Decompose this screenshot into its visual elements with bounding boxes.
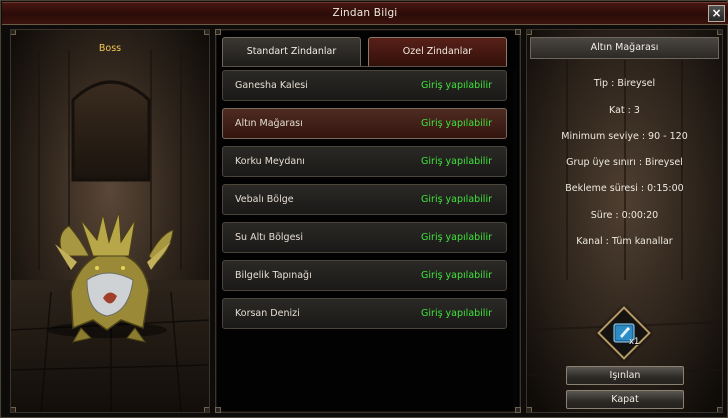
dungeon-row[interactable]: Korsan Denizi Giriş yapılabilir xyxy=(222,298,507,329)
dungeon-name: Su Altı Bölgesi xyxy=(235,232,304,243)
title-bar[interactable]: Zindan Bilgi × xyxy=(2,2,728,25)
dungeon-name: Korku Meydanı xyxy=(235,156,305,167)
info-duration: Süre : 0:00:20 xyxy=(590,210,659,221)
panel-corner xyxy=(515,407,521,413)
list-scrollbar[interactable] xyxy=(513,70,517,408)
teleport-button[interactable]: Işınlan xyxy=(566,366,684,385)
dungeon-status: Giriş yapılabilir xyxy=(421,80,492,91)
info-floor: Kat : 3 xyxy=(609,105,640,116)
dungeon-name: Korsan Denizi xyxy=(235,308,300,319)
tab-divider xyxy=(222,66,507,67)
dungeon-status: Giriş yapılabilir xyxy=(421,270,492,281)
panel-corner xyxy=(527,407,532,412)
dungeon-detail-title: Altın Mağarası xyxy=(530,37,719,59)
info-min-level: Minimum seviye : 90 - 120 xyxy=(561,131,688,142)
info-channel: Kanal : Tüm kanallar xyxy=(576,236,673,247)
close-button[interactable]: × xyxy=(708,5,725,22)
boss-image xyxy=(11,30,209,412)
panel-corner xyxy=(11,30,16,35)
dungeon-row[interactable]: Su Altı Bölgesi Giriş yapılabilir xyxy=(222,222,507,253)
dungeon-row[interactable]: Korku Meydanı Giriş yapılabilir xyxy=(222,146,507,177)
required-item-count: x1 xyxy=(629,337,640,347)
dungeon-detail-panel: Altın Mağarası Tip : Bireysel Kat : 3 Mi… xyxy=(526,29,723,413)
tab-special-dungeons[interactable]: Ozel Zindanlar xyxy=(368,37,507,67)
panel-corner xyxy=(204,30,209,35)
dungeon-row-selected[interactable]: Altın Mağarası Giriş yapılabilir xyxy=(222,108,507,139)
info-cooldown: Bekleme süresi : 0:15:00 xyxy=(565,183,684,194)
dungeon-list-panel: Standart Zindanlar Ozel Zindanlar Ganesh… xyxy=(215,29,521,413)
dungeon-status: Giriş yapılabilir xyxy=(421,156,492,167)
dungeon-name: Bilgelik Tapınağı xyxy=(235,270,312,281)
dungeon-row[interactable]: Bilgelik Tapınağı Giriş yapılabilir xyxy=(222,260,507,291)
dungeon-status: Giriş yapılabilir xyxy=(421,194,492,205)
dungeon-info-window: Zindan Bilgi × Boss Standart Zindanlar O… xyxy=(0,0,728,418)
dungeon-name: Altın Mağarası xyxy=(235,118,303,129)
panel-corner xyxy=(215,29,221,35)
panel-corner xyxy=(515,29,521,35)
panel-corner xyxy=(204,407,209,412)
boss-panel: Boss xyxy=(10,29,210,413)
dungeon-status: Giriş yapılabilir xyxy=(421,232,492,243)
panel-corner xyxy=(215,407,221,413)
dungeon-row[interactable]: Ganesha Kalesi Giriş yapılabilir xyxy=(222,70,507,101)
panel-corner xyxy=(527,30,532,35)
dungeon-status: Giriş yapılabilir xyxy=(421,308,492,319)
dungeon-row[interactable]: Vebalı Bölge Giriş yapılabilir xyxy=(222,184,507,215)
panel-corner xyxy=(717,30,722,35)
close-window-button[interactable]: Kapat xyxy=(566,390,684,409)
boss-label: Boss xyxy=(98,43,122,54)
dungeon-status: Giriş yapılabilir xyxy=(421,118,492,129)
window-title: Zindan Bilgi xyxy=(332,7,398,19)
tab-standard-dungeons[interactable]: Standart Zindanlar xyxy=(222,37,361,67)
dungeon-name: Ganesha Kalesi xyxy=(235,80,308,91)
info-type: Tip : Bireysel xyxy=(593,78,656,89)
panel-corner xyxy=(717,407,722,412)
panel-corner xyxy=(11,407,16,412)
close-icon: × xyxy=(711,6,722,20)
info-group-limit: Grup üye sınırı : Bireysel xyxy=(566,157,683,168)
dungeon-name: Vebalı Bölge xyxy=(235,194,294,205)
